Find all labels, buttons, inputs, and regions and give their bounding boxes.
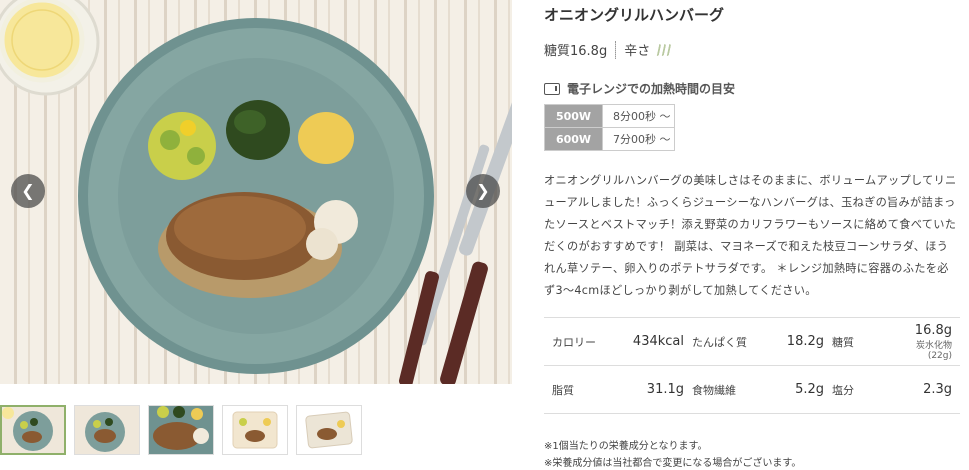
main-product-image: ❮ ❯ <box>0 0 512 384</box>
thumbnail-image <box>223 406 287 454</box>
thumbnail-1[interactable] <box>0 405 66 455</box>
chevron-left-icon: ❮ <box>21 181 35 200</box>
fiber-cell: 食物繊維 5.2g <box>684 382 824 398</box>
protein-value: 18.2g <box>786 334 824 349</box>
fiber-value: 5.2g <box>795 382 824 397</box>
calorie-value: 434kcal <box>632 334 684 349</box>
hamburg-plate-photo <box>0 0 512 384</box>
calorie-label: カロリー <box>552 335 596 349</box>
chevron-right-icon: ❯ <box>476 181 490 200</box>
fat-label: 脂質 <box>552 383 574 397</box>
nutrition-note: ※栄養成分値は当社都合で変更になる場合がございます。 <box>544 458 802 469</box>
thumbnail-5[interactable] <box>296 405 362 455</box>
calorie-cell: カロリー 434kcal <box>544 334 684 350</box>
product-meta: 糖質16.8g 辛さ <box>544 40 672 59</box>
protein-cell: たんぱく質 18.2g <box>684 334 824 350</box>
salt-label: 塩分 <box>832 383 854 397</box>
heating-time: 7分00秒 〜 <box>602 127 675 151</box>
nutrition-note: ※1個当たりの栄養成分となります。 <box>544 441 708 452</box>
thumbnail-2[interactable] <box>74 405 140 455</box>
thumbnail-4[interactable] <box>222 405 288 455</box>
heating-time: 8分00秒 〜 <box>602 104 675 128</box>
nutrition-row: カロリー 434kcal たんぱく質 18.2g 糖質 16.8g 炭水化物(2… <box>544 318 960 366</box>
fat-value: 31.1g <box>646 382 684 397</box>
nutrition-table: カロリー 434kcal たんぱく質 18.2g 糖質 16.8g 炭水化物(2… <box>544 317 960 414</box>
thumbnail-image <box>297 406 361 454</box>
heating-row: 600W 7分00秒 〜 <box>544 127 675 151</box>
thumbnail-image <box>2 407 64 453</box>
microwave-icon <box>544 82 560 95</box>
heating-time-table: 500W 8分00秒 〜 600W 7分00秒 〜 <box>544 104 675 151</box>
sugar-value-group: 16.8g 炭水化物(22g) <box>892 323 952 361</box>
fiber-label: 食物繊維 <box>692 383 736 397</box>
sugar-summary: 糖質16.8g <box>544 44 608 59</box>
heating-time-title: 電子レンジでの加熱時間の目安 <box>567 82 736 96</box>
thumbnail-strip <box>0 405 362 455</box>
heating-row: 500W 8分00秒 〜 <box>544 104 675 128</box>
spice-level-icon <box>654 43 672 56</box>
thumbnail-3[interactable] <box>148 405 214 455</box>
nutrition-notes: ※1個当たりの栄養成分となります。 ※栄養成分値は当社都合で変更になる場合がござ… <box>544 438 801 470</box>
carbohydrate-note: 炭水化物(22g) <box>915 340 952 361</box>
protein-label: たんぱく質 <box>692 335 747 349</box>
fat-cell: 脂質 31.1g <box>544 382 684 398</box>
wattage-label: 600W <box>544 127 603 151</box>
salt-value: 2.3g <box>923 382 952 397</box>
previous-image-button[interactable]: ❮ <box>11 174 45 208</box>
spice-label: 辛さ <box>624 44 651 59</box>
salt-cell: 塩分 2.3g <box>824 382 960 398</box>
next-image-button[interactable]: ❯ <box>466 174 500 208</box>
sugar-label: 糖質 <box>832 335 854 349</box>
meta-divider <box>615 40 617 59</box>
sugar-value: 16.8g <box>914 322 952 338</box>
sugar-cell: 糖質 16.8g 炭水化物(22g) <box>824 323 960 361</box>
product-title: オニオングリルハンバーグ <box>544 6 725 24</box>
product-description: オニオングリルハンバーグの美味しさはそのままに、ボリュームアップしてリニューアル… <box>544 174 957 297</box>
thumbnail-image <box>149 406 213 454</box>
thumbnail-image <box>75 406 139 454</box>
nutrition-row: 脂質 31.1g 食物繊維 5.2g 塩分 2.3g <box>544 366 960 414</box>
wattage-label: 500W <box>544 104 603 128</box>
heating-time-heading: 電子レンジでの加熱時間の目安 <box>544 80 735 97</box>
